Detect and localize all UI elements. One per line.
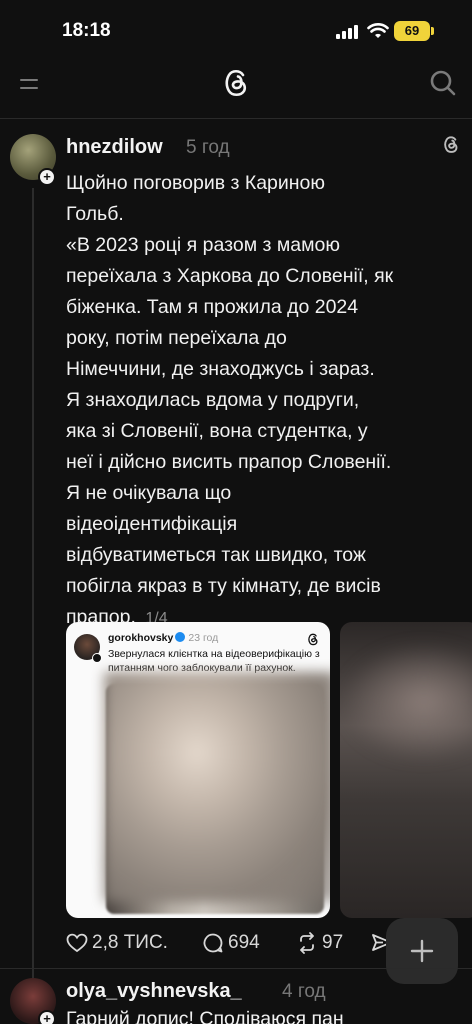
embedded-username: gorokhovsky [108, 632, 174, 644]
plus-icon [410, 939, 434, 963]
post-text-line: побігла якраз в ту кімнату, де висів [66, 575, 381, 597]
menu-icon[interactable] [16, 68, 46, 98]
like-button[interactable]: 2,8 ТИС. [66, 928, 168, 958]
divider [0, 118, 472, 119]
status-bar: 18:18 69 [0, 0, 472, 58]
plus-icon: + [40, 1012, 54, 1024]
media-carousel[interactable]: gorokhovsky 23 год Звернулася клієнтка на… [66, 622, 472, 918]
comment-count: 694 [228, 932, 260, 953]
top-nav [0, 58, 472, 110]
comment-button[interactable]: 694 [202, 928, 260, 958]
post-text-line: Я знаходилась вдома у подруги, [66, 389, 360, 411]
post-text-line: відеоідентифікація [66, 513, 238, 535]
post-text-line: відбуватиметься так швидко, тож [66, 544, 366, 566]
search-icon[interactable] [426, 66, 460, 100]
status-time: 18:18 [62, 20, 111, 41]
embedded-post-card[interactable]: gorokhovsky 23 год Звернулася клієнтка на… [66, 622, 330, 918]
comment-icon [203, 933, 223, 953]
post-text-line: біженка. Там я прожила до 2024 [66, 296, 359, 318]
plus-icon: + [40, 170, 54, 184]
follow-button[interactable]: + [38, 168, 56, 186]
image-blur [340, 642, 472, 762]
post-username[interactable]: hnezdilow [66, 136, 163, 159]
follow-button[interactable]: + [38, 1010, 56, 1024]
embedded-timestamp: 23 год [188, 632, 219, 644]
wifi-icon [367, 23, 389, 38]
like-count: 2,8 ТИС. [92, 932, 168, 953]
embedded-username-row: gorokhovsky 23 год [108, 632, 218, 644]
embedded-text: Звернулася клієнтка на відеоверифікацію … [108, 648, 320, 674]
threads-logo-icon [444, 136, 458, 153]
thread-line [32, 188, 34, 978]
media-image-2[interactable] [340, 622, 472, 918]
reply-timestamp: 4 год [282, 981, 326, 1002]
threads-logo-icon [308, 633, 318, 646]
post-text-line: Німеччини, де знаходжусь і зараз. [66, 358, 375, 380]
post-text-line: яка зі Словенії, вона студентка, у [66, 420, 368, 442]
threads-logo-icon[interactable] [221, 66, 251, 98]
new-post-button[interactable] [386, 918, 458, 984]
verified-badge-icon [175, 632, 186, 642]
reply-username[interactable]: olya_vyshnevska_ [66, 980, 242, 1003]
divider [0, 968, 472, 969]
post-text-line: Щойно поговорив з Кариною [66, 172, 326, 194]
post-text-line: «В 2023 році я разом з мамою [66, 234, 340, 256]
repost-button[interactable]: 97 [296, 928, 343, 958]
repost-count: 97 [322, 932, 344, 953]
blurred-photo [104, 672, 330, 902]
signal-icon [336, 25, 362, 39]
post-text-line: Я не очікувала що [66, 482, 232, 504]
battery-tip [431, 27, 434, 35]
post-body: Щойно поговорив з Кариною Гольб. «В 2023… [66, 168, 466, 634]
post-text-line: неї і дійсно висить прапор Словенії. [66, 451, 392, 473]
battery-indicator: 69 [394, 21, 430, 41]
reply-text: Гарний допис! Сподіваюся пан [66, 1008, 344, 1024]
post-text-line: року, потім переїхала до [66, 327, 287, 349]
plus-icon [92, 653, 102, 663]
post-text-line: Гольб. [66, 203, 124, 225]
post-timestamp: 5 год [186, 137, 230, 158]
heart-icon [66, 933, 88, 953]
repost-icon [300, 932, 314, 954]
post-text-line: переїхала з Харкова до Словенії, як [66, 265, 394, 287]
